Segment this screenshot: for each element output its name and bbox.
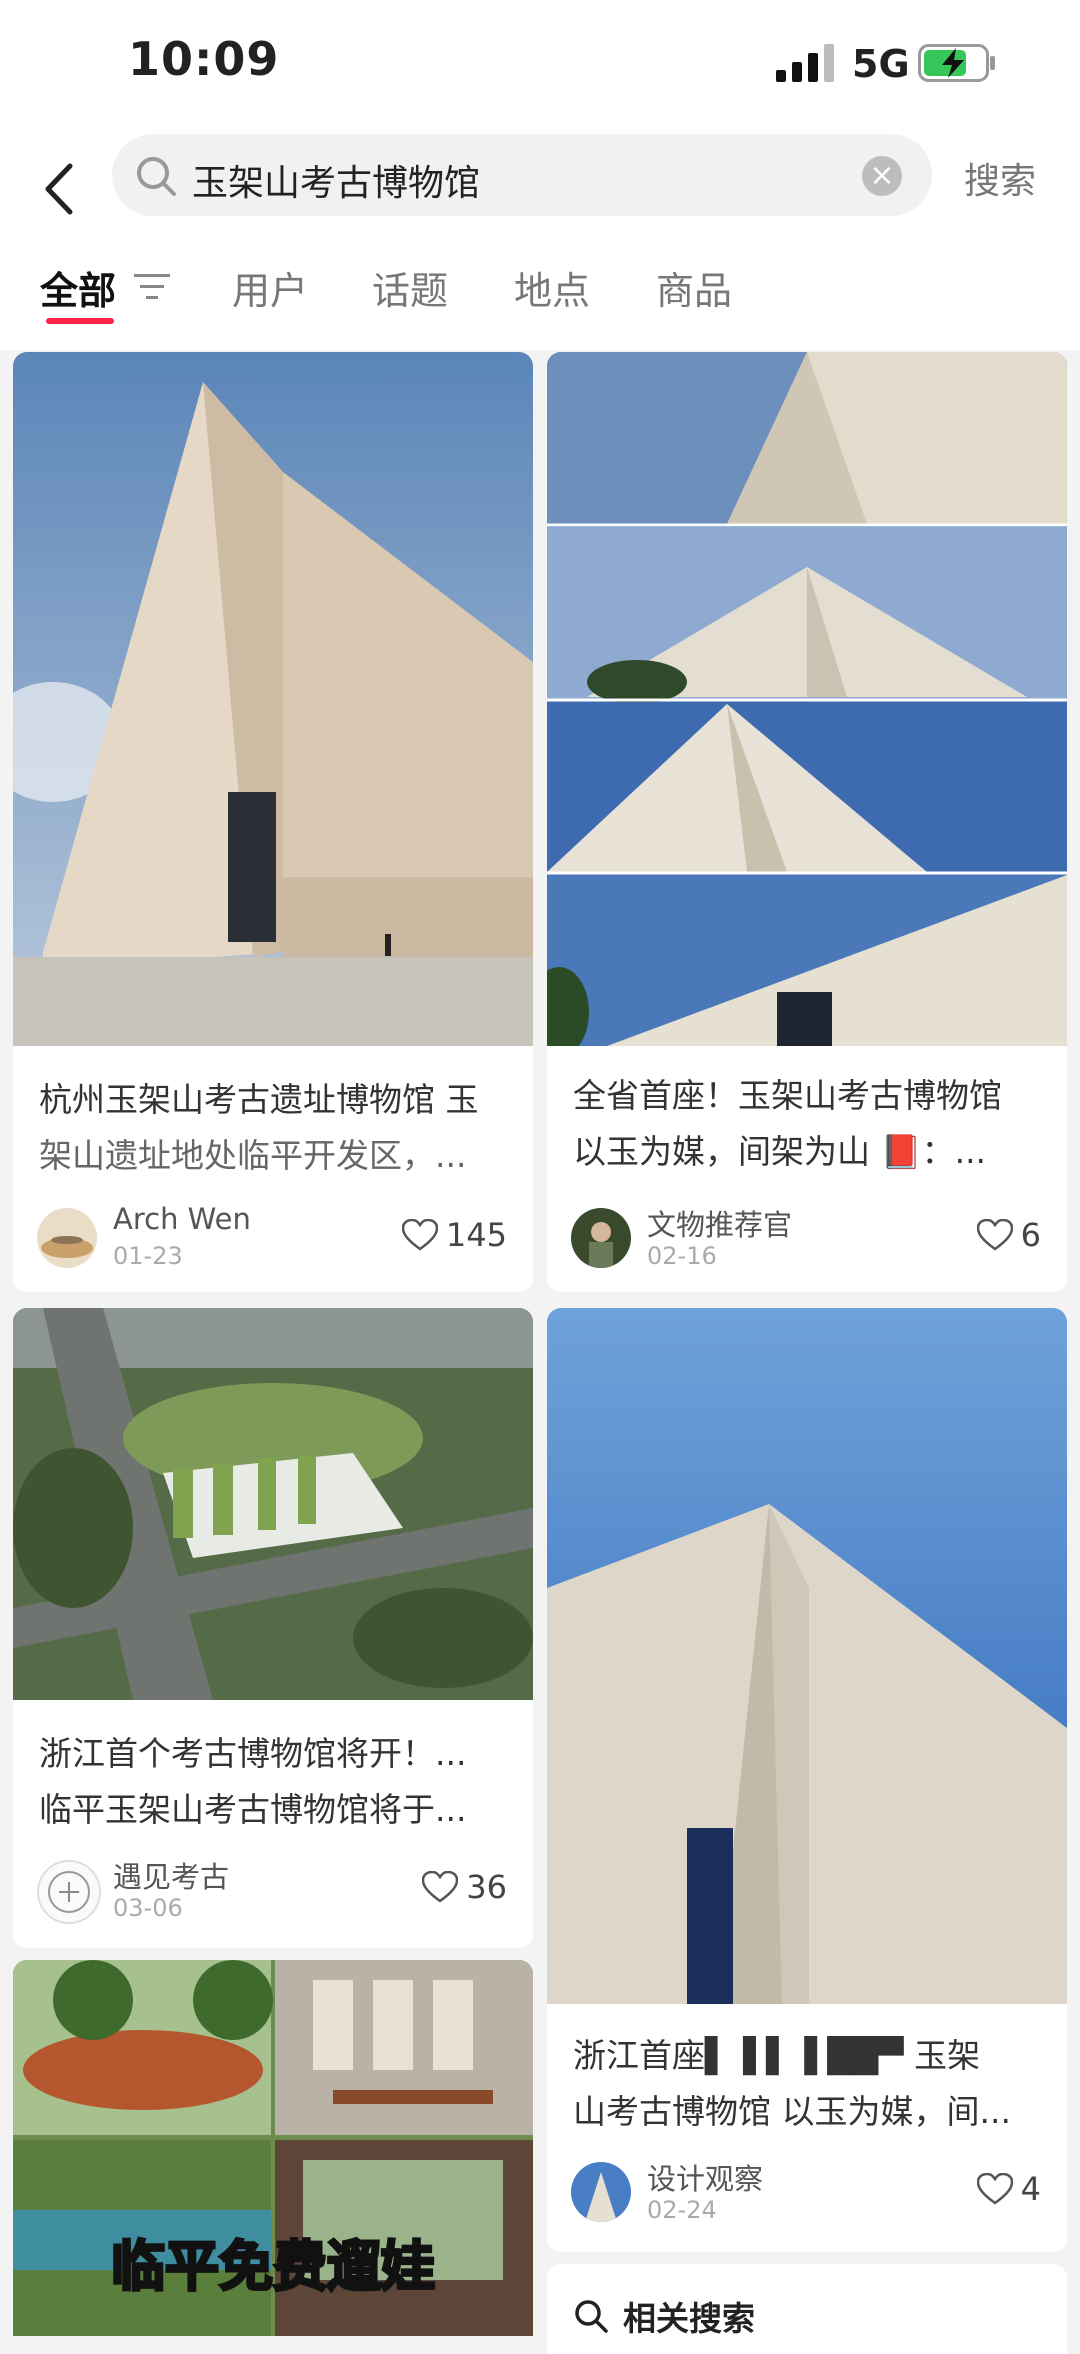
heart-icon xyxy=(976,2173,1013,2205)
status-bar: 10:09 5G xyxy=(0,0,1080,130)
post-title-line2: 架山遗址地处临平开发区，... xyxy=(39,1136,467,1175)
avatar[interactable] xyxy=(571,1208,631,1268)
like-button[interactable]: 4 xyxy=(976,2170,1041,2208)
author-name[interactable]: Arch Wen xyxy=(113,1202,251,1236)
post-image[interactable] xyxy=(13,352,533,1046)
image-overlay-text: 临平免费遛娃 xyxy=(110,2234,437,2300)
related-search-label: 相关搜索 xyxy=(623,2299,755,2338)
author-name[interactable]: 文物推荐官 xyxy=(647,1202,792,1244)
author-name[interactable]: 设计观察 xyxy=(647,2156,763,2198)
like-count: 145 xyxy=(445,1216,507,1254)
heart-icon xyxy=(401,1219,438,1251)
post-date: 03-06 xyxy=(113,1894,183,1922)
like-count: 36 xyxy=(466,1868,507,1906)
post-date: 02-16 xyxy=(647,1242,717,1270)
search-icon xyxy=(575,2300,608,2333)
tab-topics[interactable]: 话题 xyxy=(372,260,448,315)
feed-card[interactable]: 全省首座！玉架山考古博物馆 以玉为媒，间架为山 📕：... 文物推荐官 02-1… xyxy=(547,352,1067,1292)
tab-products[interactable]: 商品 xyxy=(656,260,732,315)
post-image[interactable] xyxy=(547,352,1067,1046)
like-count: 4 xyxy=(1020,2170,1041,2208)
author-name[interactable]: 遇见考古 xyxy=(113,1854,229,1896)
search-input[interactable]: 玉架山考古博物馆 × xyxy=(112,134,932,216)
network-label: 5G xyxy=(852,42,910,86)
tab-users[interactable]: 用户 xyxy=(232,260,308,315)
back-arrow-icon[interactable] xyxy=(34,148,84,230)
post-date: 02-24 xyxy=(647,2196,717,2224)
tab-bar: 全部 用户 话题 地点 商品 xyxy=(0,252,1080,342)
search-header: 玉架山考古博物馆 × 搜索 全部 用户 话题 地点 商品 xyxy=(0,130,1080,350)
filter-icon[interactable] xyxy=(134,272,170,302)
avatar[interactable] xyxy=(571,2162,631,2222)
like-count: 6 xyxy=(1020,1216,1041,1254)
active-tab-indicator xyxy=(46,318,114,324)
post-date: 01-23 xyxy=(113,1242,183,1270)
post-title-line1: 浙江首座▌▐ ▌▐ ██▀ 玉架 xyxy=(573,2036,981,2075)
feed-card[interactable]: 杭州玉架山考古遗址博物馆 玉 架山遗址地处临平开发区，... Arch Wen … xyxy=(13,352,533,1292)
avatar[interactable] xyxy=(37,1208,97,1268)
feed-card[interactable]: 浙江首座▌▐ ▌▐ ██▀ 玉架 山考古博物馆 以玉为媒，间... 设计观察 0… xyxy=(547,1308,1067,2252)
like-button[interactable]: 6 xyxy=(976,1216,1041,1254)
tab-all[interactable]: 全部 xyxy=(40,260,116,315)
post-title-line1: 全省首座！玉架山考古博物馆 xyxy=(573,1076,1002,1115)
like-button[interactable]: 36 xyxy=(422,1868,507,1906)
post-image[interactable] xyxy=(13,1308,533,1700)
post-title-line1: 浙江首个考古博物馆将开！... xyxy=(39,1734,467,1773)
like-button[interactable]: 145 xyxy=(401,1216,507,1254)
status-time: 10:09 xyxy=(128,32,280,86)
search-button[interactable]: 搜索 xyxy=(964,152,1036,204)
heart-icon xyxy=(976,1219,1013,1251)
feed-card[interactable]: 浙江首个考古博物馆将开！... 临平玉架山考古博物馆将于... 遇见考古 03-… xyxy=(13,1308,533,1948)
post-title-line2: 山考古博物馆 以玉为媒，间... xyxy=(573,2092,1011,2131)
search-query[interactable]: 玉架山考古博物馆 xyxy=(192,154,480,206)
clear-icon[interactable]: × xyxy=(862,156,902,196)
post-image[interactable] xyxy=(547,1308,1067,2004)
heart-icon xyxy=(422,1871,459,1903)
post-title-line1: 杭州玉架山考古遗址博物馆 玉 xyxy=(39,1080,479,1119)
post-title-line2: 以玉为媒，间架为山 📕：... xyxy=(573,1132,987,1171)
battery-charging-icon xyxy=(918,44,995,82)
feed-card[interactable]: 临平免费遛娃 xyxy=(13,1960,533,2336)
related-search-panel[interactable]: 相关搜索 xyxy=(547,2264,1067,2354)
post-title-line2: 临平玉架山考古博物馆将于... xyxy=(39,1790,467,1829)
signal-icon xyxy=(776,44,834,82)
tab-places[interactable]: 地点 xyxy=(514,260,590,315)
avatar[interactable] xyxy=(37,1860,101,1924)
search-icon xyxy=(137,157,176,196)
